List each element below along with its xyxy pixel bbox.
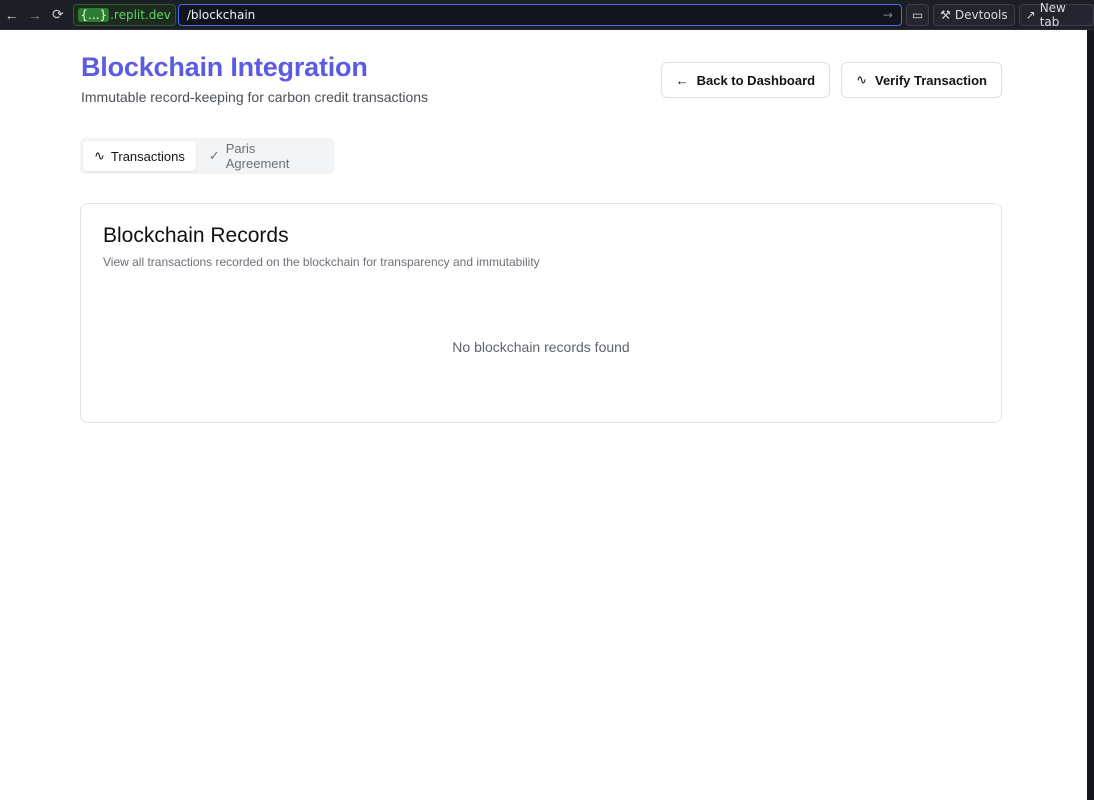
page-content: Blockchain Integration Immutable record-… [0, 30, 1087, 800]
new-tab-button[interactable]: ↗ New tab [1018, 0, 1094, 29]
blockchain-records-card: Blockchain Records View all transactions… [80, 203, 1002, 423]
back-to-dashboard-label: Back to Dashboard [696, 72, 816, 88]
verify-transaction-label: Verify Transaction [875, 72, 987, 88]
domain-badge[interactable]: {...} .replit.dev [73, 3, 176, 26]
activity-icon: ∿ [94, 148, 105, 163]
back-to-dashboard-button[interactable]: ← Back to Dashboard [660, 62, 831, 98]
card-description: View all transactions recorded on the bl… [103, 255, 540, 269]
tab-paris-agreement-label: Paris Agreement [225, 141, 290, 171]
reload-icon[interactable]: ⟳ [46, 3, 69, 27]
browser-toolbar: ← → ⟳ {...} .replit.dev /blockchain → ▭ … [0, 0, 1094, 30]
arrow-left-icon: ← [675, 72, 689, 88]
header-actions: ← Back to Dashboard ∿ Verify Transaction [660, 62, 1002, 98]
activity-icon: ∿ [856, 72, 867, 87]
card-title: Blockchain Records [103, 224, 289, 247]
page-header: Blockchain Integration Immutable record-… [81, 52, 1002, 112]
tab-transactions[interactable]: ∿ Transactions [83, 141, 196, 171]
check-icon: ✓ [208, 148, 220, 163]
url-path: /blockchain [186, 7, 256, 22]
url-input[interactable]: /blockchain → [177, 3, 902, 26]
external-link-icon: ↗ [1025, 7, 1036, 22]
tab-list: ∿ Transactions ✓ Paris Agreement [80, 138, 335, 174]
domain-suffix: .replit.dev [110, 7, 171, 22]
domain-braces: {...} [78, 7, 110, 22]
screen-icon[interactable]: ▭ [905, 3, 930, 26]
empty-state-message: No blockchain records found [452, 339, 630, 355]
forward-icon[interactable]: → [23, 3, 46, 27]
new-tab-label: New tab [1039, 0, 1066, 29]
tab-transactions-label: Transactions [110, 148, 185, 164]
wrench-icon: ⚒ [940, 7, 951, 22]
tab-paris-agreement[interactable]: ✓ Paris Agreement [198, 141, 332, 171]
go-arrow-icon[interactable]: → [883, 8, 893, 22]
monitor-icon: ▭ [911, 7, 924, 22]
verify-transaction-button[interactable]: ∿ Verify Transaction [841, 62, 1002, 98]
devtools-button[interactable]: ⚒ Devtools [933, 3, 1015, 26]
devtools-label: Devtools [954, 7, 1008, 22]
window-edge [1087, 30, 1094, 800]
back-icon[interactable]: ← [0, 3, 23, 27]
